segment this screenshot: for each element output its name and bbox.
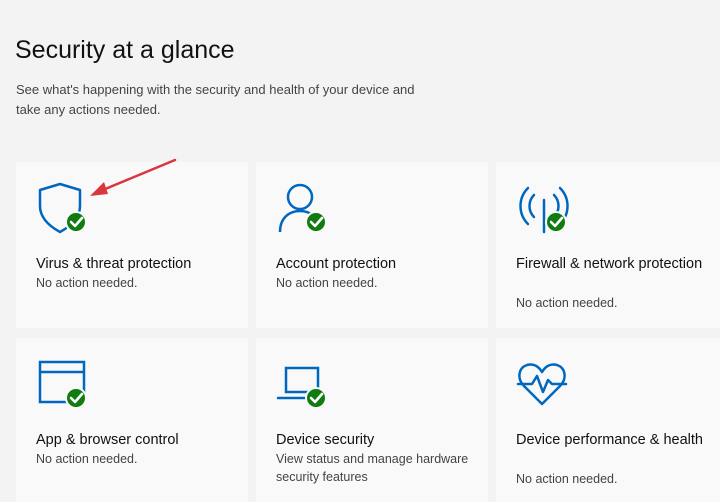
tile-status: No action needed.: [516, 472, 618, 486]
tile-device-security[interactable]: Device security View status and manage h…: [256, 338, 488, 502]
antenna-icon: [516, 180, 572, 236]
tile-firewall-network-protection[interactable]: Firewall & network protection No action …: [496, 162, 720, 328]
status-check-icon: [65, 211, 87, 233]
browser-window-icon: [36, 356, 92, 412]
tile-title: Virus & threat protection: [36, 256, 192, 272]
tile-title: Account protection: [276, 256, 397, 272]
status-check-icon: [65, 387, 87, 409]
tile-status: No action needed.: [36, 276, 138, 290]
tile-device-performance-health[interactable]: Device performance & health No action ne…: [496, 338, 720, 502]
tile-virus-threat-protection[interactable]: Virus & threat protection No action need…: [16, 162, 248, 328]
status-check-icon: [305, 211, 327, 233]
tile-status: No action needed.: [516, 296, 618, 310]
tile-status: No action needed.: [276, 276, 378, 290]
tile-title: Firewall & network protection: [516, 256, 703, 272]
tile-account-protection[interactable]: Account protection No action needed.: [256, 162, 488, 328]
page-title: Security at a glance: [15, 36, 235, 64]
person-icon: [276, 180, 332, 236]
tile-app-browser-control[interactable]: App & browser control No action needed.: [16, 338, 248, 502]
tile-title: Device security: [276, 432, 375, 448]
page-description: See what's happening with the security a…: [16, 82, 415, 117]
shield-icon: [36, 180, 92, 236]
status-check-icon: [545, 211, 567, 233]
tile-status: No action needed.: [36, 452, 138, 466]
laptop-icon: [276, 356, 332, 412]
tile-title: App & browser control: [36, 432, 179, 448]
tile-status: View status and manage hardware security…: [276, 452, 469, 484]
tile-title: Device performance & health: [516, 432, 703, 448]
heart-pulse-icon: [516, 356, 572, 412]
status-check-icon: [305, 387, 327, 409]
